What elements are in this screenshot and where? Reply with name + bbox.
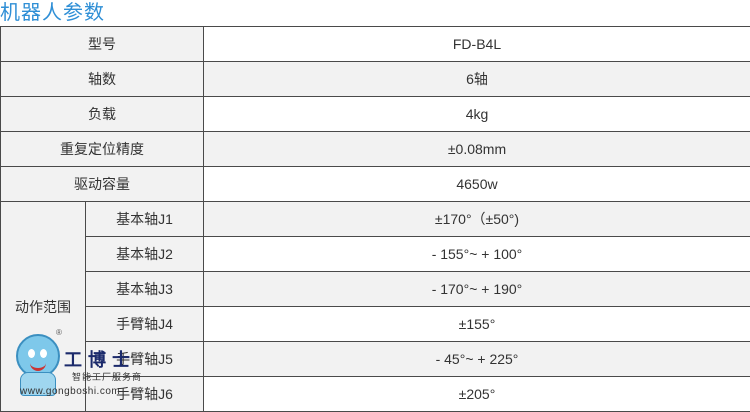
table-row: 驱动容量 4650w	[1, 167, 750, 202]
spec-label-model: 型号	[1, 27, 204, 62]
spec-label-payload: 负载	[1, 97, 204, 132]
table-row: 负载 4kg	[1, 97, 750, 132]
spec-label-drive-capacity: 驱动容量	[1, 167, 204, 202]
spec-value-drive-capacity: 4650w	[204, 167, 750, 202]
spec-label-repeatability: 重复定位精度	[1, 132, 204, 167]
axis-value-j6: ±205°	[204, 377, 750, 412]
axis-name-j3: 基本轴J3	[86, 272, 204, 307]
axis-name-j6: 手臂轴J6	[86, 377, 204, 412]
axis-value-j1: ±170°（±50°)	[204, 202, 750, 237]
page-title: 机器人参数	[0, 0, 105, 26]
axis-name-j2: 基本轴J2	[86, 237, 204, 272]
table-row: 型号 FD-B4L	[1, 27, 750, 62]
table-row: 基本轴J3 - 170°~ + 190°	[1, 272, 750, 307]
spec-value-payload: 4kg	[204, 97, 750, 132]
spec-value-repeatability: ±0.08mm	[204, 132, 750, 167]
table-row: 手臂轴J5 - 45°~ + 225°	[1, 342, 750, 377]
spec-value-model: FD-B4L	[204, 27, 750, 62]
spec-label-axes: 轴数	[1, 62, 204, 97]
axis-value-j4: ±155°	[204, 307, 750, 342]
table-row: 重复定位精度 ±0.08mm	[1, 132, 750, 167]
table-row: 动作范围 基本轴J1 ±170°（±50°)	[1, 202, 750, 237]
table-row: 手臂轴J4 ±155°	[1, 307, 750, 342]
table-row: 轴数 6轴	[1, 62, 750, 97]
spec-value-axes: 6轴	[204, 62, 750, 97]
range-group-label: 动作范围	[1, 202, 86, 412]
axis-value-j3: - 170°~ + 190°	[204, 272, 750, 307]
axis-name-j1: 基本轴J1	[86, 202, 204, 237]
table-row: 手臂轴J6 ±205°	[1, 377, 750, 412]
table-row: 基本轴J2 - 155°~ + 100°	[1, 237, 750, 272]
axis-value-j5: - 45°~ + 225°	[204, 342, 750, 377]
axis-value-j2: - 155°~ + 100°	[204, 237, 750, 272]
robot-spec-table: 型号 FD-B4L 轴数 6轴 负载 4kg 重复定位精度 ±0.08mm 驱动…	[0, 26, 750, 412]
axis-name-j4: 手臂轴J4	[86, 307, 204, 342]
axis-name-j5: 手臂轴J5	[86, 342, 204, 377]
